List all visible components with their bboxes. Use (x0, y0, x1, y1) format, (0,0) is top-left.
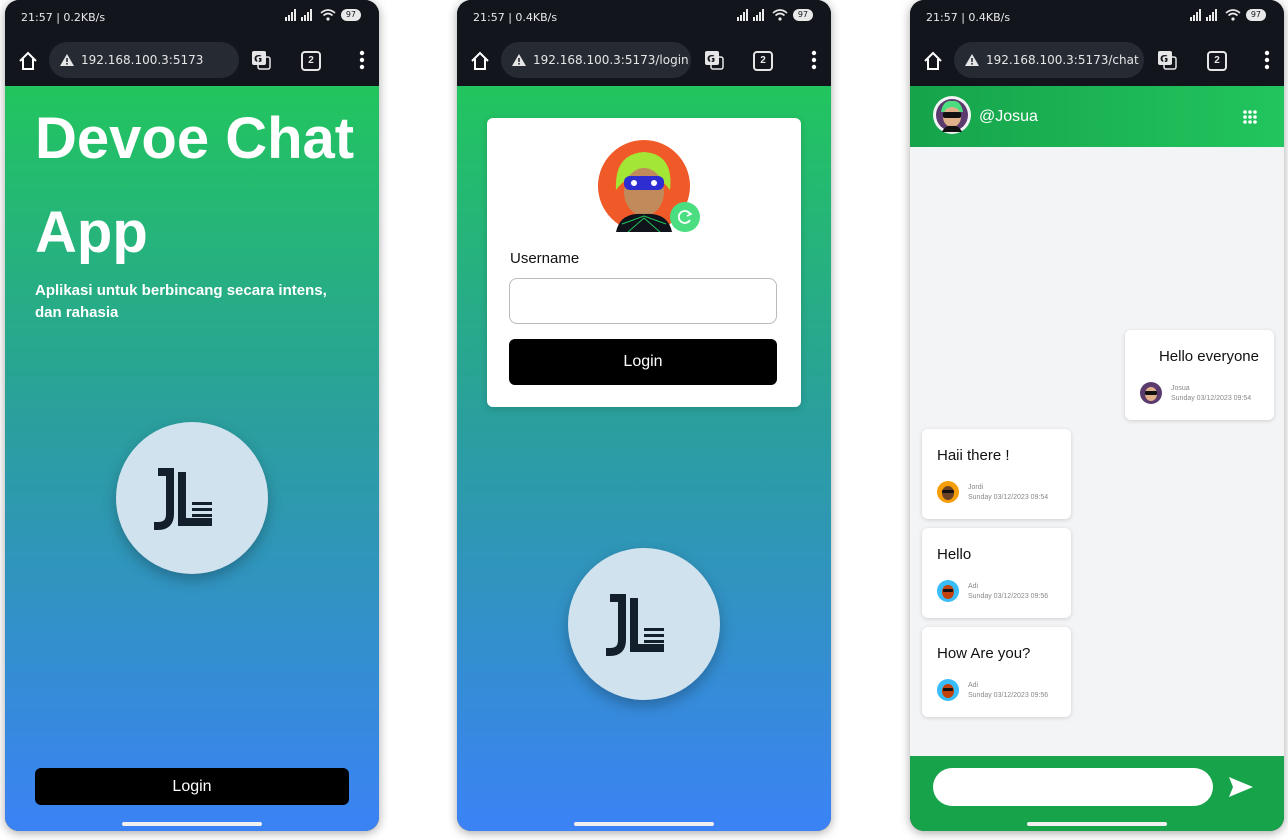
status-time-speed: 21:57 | 0.2KB/s (21, 11, 106, 24)
home-icon[interactable] (469, 50, 491, 72)
url-text: 192.168.100.3:5173/chat (986, 53, 1139, 67)
message-time: Sunday 03/12/2023 09:54 (968, 494, 1049, 501)
message-list: Hello everyone Josua Sunday 03/12/2023 0… (910, 147, 1284, 757)
sender-name: Adi (968, 682, 979, 689)
battery-indicator: 97 (792, 9, 813, 21)
sender-avatar (1140, 382, 1162, 404)
menu-icon[interactable] (359, 50, 365, 70)
url-text: 192.168.100.3:5173/login (533, 53, 689, 67)
battery-indicator: 97 (340, 9, 361, 21)
translate-icon[interactable]: G (703, 49, 725, 71)
wifi-icon (1225, 9, 1241, 21)
devoe-logo-icon (606, 594, 664, 656)
message-meta: Adi Sunday 03/12/2023 09:56 (968, 681, 1048, 701)
message-bubble: Hello everyone Josua Sunday 03/12/2023 0… (1125, 330, 1274, 420)
message-time: Sunday 03/12/2023 09:56 (968, 692, 1049, 699)
signal-icon (1189, 9, 1217, 21)
message-meta: Josua Sunday 03/12/2023 09:54 (1171, 384, 1251, 404)
message-text: Hello everyone (1158, 348, 1259, 365)
login-page: Username Login (457, 86, 831, 831)
message-time: Sunday 03/12/2023 09:56 (968, 593, 1049, 600)
home-icon[interactable] (922, 50, 944, 72)
status-bar: 21:57 | 0.4KB/s 97 (910, 0, 1284, 36)
warning-icon (965, 54, 979, 66)
wifi-icon (320, 9, 336, 21)
message-composer (910, 756, 1284, 831)
address-bar[interactable]: 192.168.100.3:5173/chat (954, 42, 1144, 78)
status-icons: 97 (1189, 9, 1266, 21)
signal-icon (736, 9, 764, 21)
gesture-bar (1027, 822, 1167, 826)
menu-icon[interactable] (1264, 50, 1270, 70)
gesture-bar (574, 822, 714, 826)
message-bubble: Hello Adi Sunday 03/12/2023 09:56 (922, 528, 1071, 618)
refresh-avatar-button[interactable] (670, 202, 700, 232)
browser-toolbar: 192.168.100.3:5173 G 2 (5, 36, 379, 86)
sender-avatar (937, 580, 959, 602)
phone-landing: 21:57 | 0.2KB/s 97 192.168.100.3:5173 G … (5, 0, 379, 831)
message-input[interactable] (933, 768, 1213, 806)
refresh-icon (677, 210, 693, 224)
chat-header: @Josua (910, 86, 1284, 147)
status-time-speed: 21:57 | 0.4KB/s (926, 11, 1011, 24)
message-text: Hello (937, 546, 972, 563)
tabs-button[interactable]: 2 (301, 51, 321, 71)
chat-username: @Josua (979, 108, 1038, 125)
phone-chat: 21:57 | 0.4KB/s 97 192.168.100.3:5173/ch… (910, 0, 1284, 831)
send-icon[interactable] (1228, 775, 1254, 799)
translate-icon[interactable]: G (1156, 49, 1178, 71)
landing-page: Devoe Chat App Aplikasi untuk berbincang… (5, 86, 379, 831)
sender-name: Jordi (968, 484, 984, 491)
status-bar: 21:57 | 0.2KB/s 97 (5, 0, 379, 36)
wifi-icon (772, 9, 788, 21)
battery-indicator: 97 (1245, 9, 1266, 21)
tabs-button[interactable]: 2 (1207, 51, 1227, 71)
tabs-button[interactable]: 2 (753, 51, 773, 71)
chat-page: @Josua Hello everyone Josua Sunday 03/12… (910, 86, 1284, 831)
app-logo (568, 548, 720, 700)
sender-name: Josua (1171, 385, 1190, 392)
sender-name: Adi (968, 583, 979, 590)
login-button[interactable]: Login (35, 768, 349, 805)
status-icons: 97 (284, 9, 361, 21)
browser-toolbar: 192.168.100.3:5173/login G 2 (457, 36, 831, 86)
url-text: 192.168.100.3:5173 (81, 53, 204, 67)
status-icons: 97 (736, 9, 813, 21)
menu-icon[interactable] (811, 50, 817, 70)
message-bubble: Haii there ! Jordi Sunday 03/12/2023 09:… (922, 429, 1071, 519)
username-label: Username (510, 250, 580, 267)
login-button[interactable]: Login (509, 339, 777, 385)
app-tagline: Aplikasi untuk berbincang secara intens,… (35, 282, 327, 321)
sender-avatar (937, 481, 959, 503)
message-time: Sunday 03/12/2023 09:54 (1171, 395, 1252, 402)
phone-login: 21:57 | 0.4KB/s 97 192.168.100.3:5173/lo… (457, 0, 831, 831)
status-bar: 21:57 | 0.4KB/s 97 (457, 0, 831, 36)
signal-icon (284, 9, 312, 21)
grid-icon[interactable] (1242, 109, 1258, 125)
warning-icon (512, 54, 526, 66)
devoe-logo-icon (154, 468, 212, 530)
message-text: Haii there ! (937, 447, 1010, 464)
address-bar[interactable]: 192.168.100.3:5173 (49, 42, 239, 78)
status-time-speed: 21:57 | 0.4KB/s (473, 11, 558, 24)
home-icon[interactable] (17, 50, 39, 72)
warning-icon (60, 54, 74, 66)
login-card: Username Login (487, 118, 801, 407)
sender-avatar (937, 679, 959, 701)
user-avatar[interactable] (933, 96, 971, 134)
app-logo (116, 422, 268, 574)
message-meta: Adi Sunday 03/12/2023 09:56 (968, 582, 1048, 602)
browser-toolbar: 192.168.100.3:5173/chat G 2 (910, 36, 1284, 86)
gesture-bar (122, 822, 262, 826)
message-bubble: How Are you? Adi Sunday 03/12/2023 09:56 (922, 627, 1071, 717)
message-meta: Jordi Sunday 03/12/2023 09:54 (968, 483, 1048, 503)
address-bar[interactable]: 192.168.100.3:5173/login (501, 42, 691, 78)
translate-icon[interactable]: G (250, 49, 272, 71)
app-title: Devoe Chat App (35, 106, 355, 265)
message-text: How Are you? (937, 645, 1031, 662)
username-input[interactable] (509, 278, 777, 324)
